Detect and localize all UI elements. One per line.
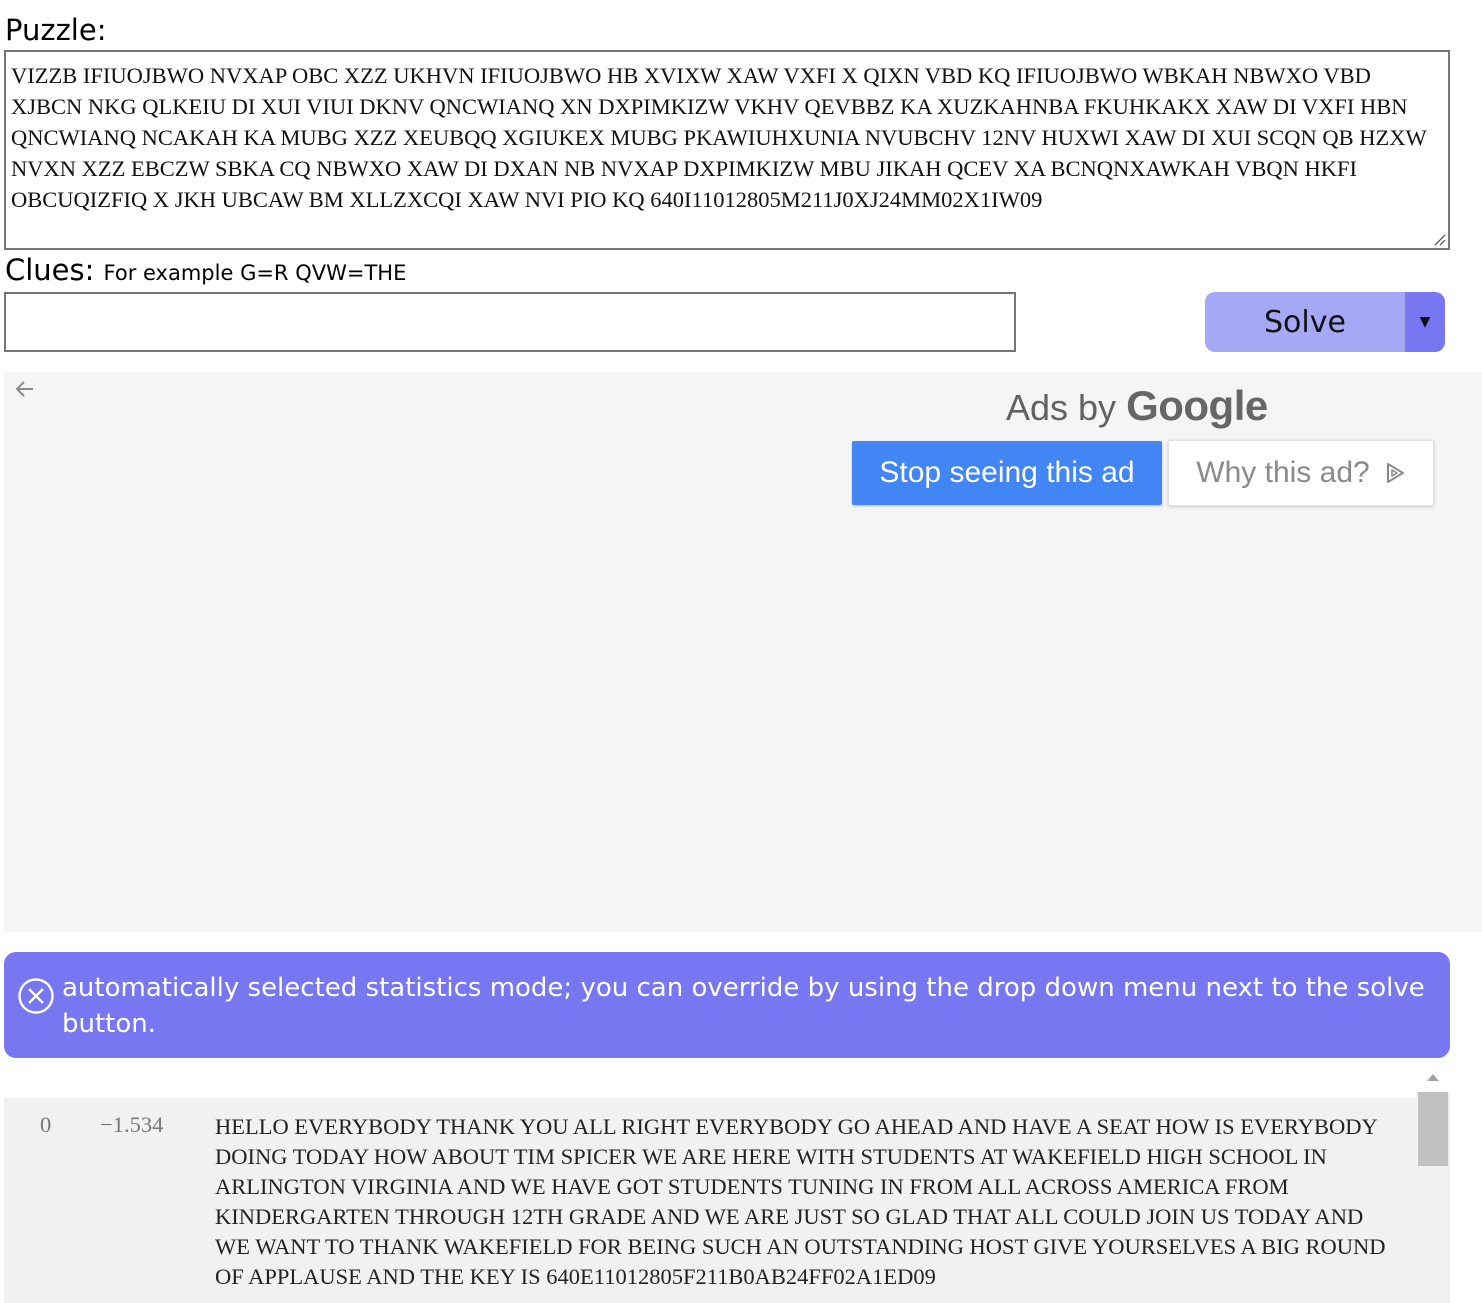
solve-mode-dropdown[interactable]: ▼ [1405, 292, 1445, 352]
ads-by-google: Ads by Google [1006, 382, 1268, 430]
puzzle-text[interactable]: VIZZB IFIUOJBWO NVXAP OBC XZZ UKHVN IFIU… [11, 60, 1448, 215]
clues-input[interactable] [4, 292, 1016, 352]
clues-hint: For example G=R QVW=THE [103, 261, 407, 285]
scroll-up-arrow-icon[interactable] [1416, 1062, 1450, 1092]
ads-by-text: Ads by [1006, 387, 1117, 428]
stop-seeing-ad-button[interactable]: Stop seeing this ad [852, 441, 1162, 505]
solve-button[interactable]: Solve [1205, 292, 1405, 352]
results-scrollbar[interactable] [1416, 1062, 1450, 1303]
clues-row: Clues: For example G=R QVW=THE [5, 253, 406, 293]
result-score: −1.534 [100, 1112, 164, 1137]
close-circle-icon[interactable] [16, 976, 56, 1016]
ad-container: Ads by Google Stop seeing this ad Why th… [4, 372, 1482, 932]
puzzle-label: Puzzle: [5, 13, 107, 47]
why-this-ad-button[interactable]: Why this ad? [1168, 440, 1434, 506]
result-index: 0 [40, 1112, 52, 1137]
why-this-ad-label: Why this ad? [1196, 456, 1370, 489]
google-logo-text: Google [1126, 382, 1268, 429]
clues-label: Clues: [5, 253, 95, 287]
results-list: 0 −1.534 HELLO EVERYBODY THANK YOU ALL R… [4, 1062, 1450, 1303]
notice-message: automatically selected statistics mode; … [62, 973, 1425, 1039]
puzzle-textarea[interactable]: VIZZB IFIUOJBWO NVXAP OBC XZZ UKHVN IFIU… [4, 50, 1450, 250]
arrow-left-icon[interactable] [12, 376, 38, 402]
status-notice: automatically selected statistics mode; … [4, 952, 1450, 1058]
dropdown-arrow-icon: ▼ [1419, 314, 1431, 330]
adchoices-icon [1386, 463, 1404, 483]
result-text: HELLO EVERYBODY THANK YOU ALL RIGHT EVER… [215, 1114, 1386, 1289]
scrollbar-thumb[interactable] [1418, 1092, 1448, 1166]
result-row[interactable]: 0 −1.534 HELLO EVERYBODY THANK YOU ALL R… [4, 1098, 1416, 1303]
solve-button-group: Solve ▼ [1205, 292, 1445, 352]
resize-grip-icon[interactable] [1432, 232, 1446, 246]
